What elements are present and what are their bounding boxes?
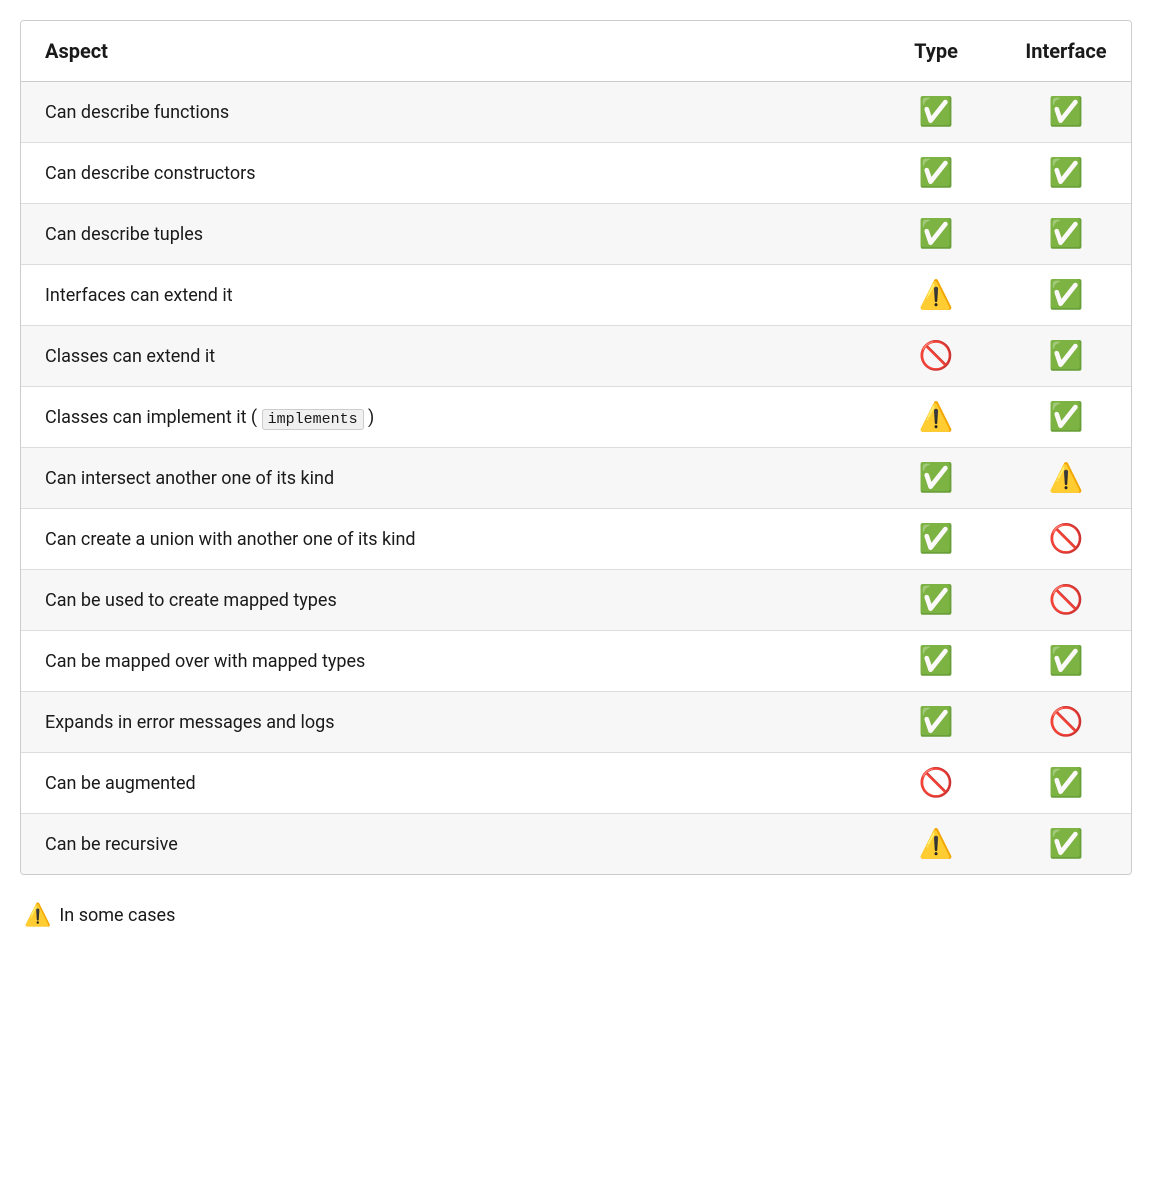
cell-interface: ✅: [1001, 326, 1131, 387]
check-icon-interface: ✅: [1049, 220, 1084, 248]
no-icon-interface: 🚫: [1049, 525, 1084, 553]
column-header-aspect: Aspect: [21, 21, 871, 82]
check-icon-interface: ✅: [1049, 159, 1084, 187]
cell-aspect: Can be mapped over with mapped types: [21, 631, 871, 692]
table-row: Can be used to create mapped types ✅ 🚫: [21, 570, 1131, 631]
cell-aspect: Interfaces can extend it: [21, 265, 871, 326]
check-icon-interface: ✅: [1049, 98, 1084, 126]
cell-interface: ✅: [1001, 143, 1131, 204]
table-row: Interfaces can extend it ⚠️ ✅: [21, 265, 1131, 326]
cell-type: ✅: [871, 204, 1001, 265]
footnote: ⚠️ In some cases: [20, 903, 1132, 928]
no-icon-interface: 🚫: [1049, 708, 1084, 736]
cell-type: ✅: [871, 631, 1001, 692]
check-icon-type: ✅: [919, 708, 954, 736]
cell-interface: 🚫: [1001, 509, 1131, 570]
cell-aspect: Classes can implement it ( implements ): [21, 387, 871, 448]
cell-interface: ✅: [1001, 814, 1131, 875]
cell-type: ⚠️: [871, 814, 1001, 875]
cell-aspect: Expands in error messages and logs: [21, 692, 871, 753]
table-row: Can create a union with another one of i…: [21, 509, 1131, 570]
cell-aspect: Can describe functions: [21, 82, 871, 143]
column-header-type: Type: [871, 21, 1001, 82]
table-row: Can describe tuples ✅ ✅: [21, 204, 1131, 265]
check-icon-interface: ✅: [1049, 830, 1084, 858]
cell-interface: 🚫: [1001, 692, 1131, 753]
cell-interface: 🚫: [1001, 570, 1131, 631]
warning-icon-type: ⚠️: [919, 281, 954, 309]
check-icon-interface: ✅: [1049, 403, 1084, 431]
cell-type: ✅: [871, 143, 1001, 204]
check-icon-type: ✅: [919, 220, 954, 248]
cell-type: ✅: [871, 509, 1001, 570]
check-icon-type: ✅: [919, 525, 954, 553]
cell-interface: ✅: [1001, 204, 1131, 265]
cell-aspect: Can intersect another one of its kind: [21, 448, 871, 509]
cell-aspect: Can be recursive: [21, 814, 871, 875]
table-row: Can intersect another one of its kind ✅ ⚠️: [21, 448, 1131, 509]
table-row: Can be mapped over with mapped types ✅ ✅: [21, 631, 1131, 692]
no-icon-interface: 🚫: [1049, 586, 1084, 614]
check-icon-interface: ✅: [1049, 769, 1084, 797]
cell-aspect: Can create a union with another one of i…: [21, 509, 871, 570]
table-row: Expands in error messages and logs ✅ 🚫: [21, 692, 1131, 753]
cell-type: 🚫: [871, 753, 1001, 814]
cell-aspect: Classes can extend it: [21, 326, 871, 387]
check-icon-type: ✅: [919, 159, 954, 187]
check-icon-type: ✅: [919, 464, 954, 492]
cell-type: ✅: [871, 570, 1001, 631]
comparison-table: Aspect Type Interface Can describe funct…: [20, 20, 1132, 875]
cell-type: ⚠️: [871, 387, 1001, 448]
cell-interface: ✅: [1001, 753, 1131, 814]
cell-type: ✅: [871, 82, 1001, 143]
warning-icon-interface: ⚠️: [1049, 464, 1084, 492]
cell-interface: ✅: [1001, 82, 1131, 143]
check-icon-interface: ✅: [1049, 342, 1084, 370]
footnote-warning-icon: ⚠️: [24, 903, 51, 928]
cell-aspect: Can be augmented: [21, 753, 871, 814]
column-header-interface: Interface: [1001, 21, 1131, 82]
cell-type: ✅: [871, 692, 1001, 753]
warning-icon-type: ⚠️: [919, 830, 954, 858]
table-row: Can describe constructors ✅ ✅: [21, 143, 1131, 204]
cell-aspect: Can describe tuples: [21, 204, 871, 265]
check-icon-type: ✅: [919, 586, 954, 614]
check-icon-type: ✅: [919, 98, 954, 126]
no-icon-type: 🚫: [919, 769, 954, 797]
cell-interface: ✅: [1001, 631, 1131, 692]
cell-aspect: Can be used to create mapped types: [21, 570, 871, 631]
cell-type: 🚫: [871, 326, 1001, 387]
check-icon-type: ✅: [919, 647, 954, 675]
table-header-row: Aspect Type Interface: [21, 21, 1131, 82]
cell-interface: ✅: [1001, 265, 1131, 326]
cell-aspect: Can describe constructors: [21, 143, 871, 204]
no-icon-type: 🚫: [919, 342, 954, 370]
check-icon-interface: ✅: [1049, 647, 1084, 675]
table-row: Can be augmented 🚫 ✅: [21, 753, 1131, 814]
cell-interface: ✅: [1001, 387, 1131, 448]
warning-icon-type: ⚠️: [919, 403, 954, 431]
table-row: Classes can implement it ( implements ) ⚠…: [21, 387, 1131, 448]
table-row: Classes can extend it 🚫 ✅: [21, 326, 1131, 387]
cell-type: ✅: [871, 448, 1001, 509]
cell-type: ⚠️: [871, 265, 1001, 326]
table-row: Can describe functions ✅ ✅: [21, 82, 1131, 143]
table-row: Can be recursive ⚠️ ✅: [21, 814, 1131, 875]
check-icon-interface: ✅: [1049, 281, 1084, 309]
footnote-text: In some cases: [59, 905, 175, 926]
cell-interface: ⚠️: [1001, 448, 1131, 509]
